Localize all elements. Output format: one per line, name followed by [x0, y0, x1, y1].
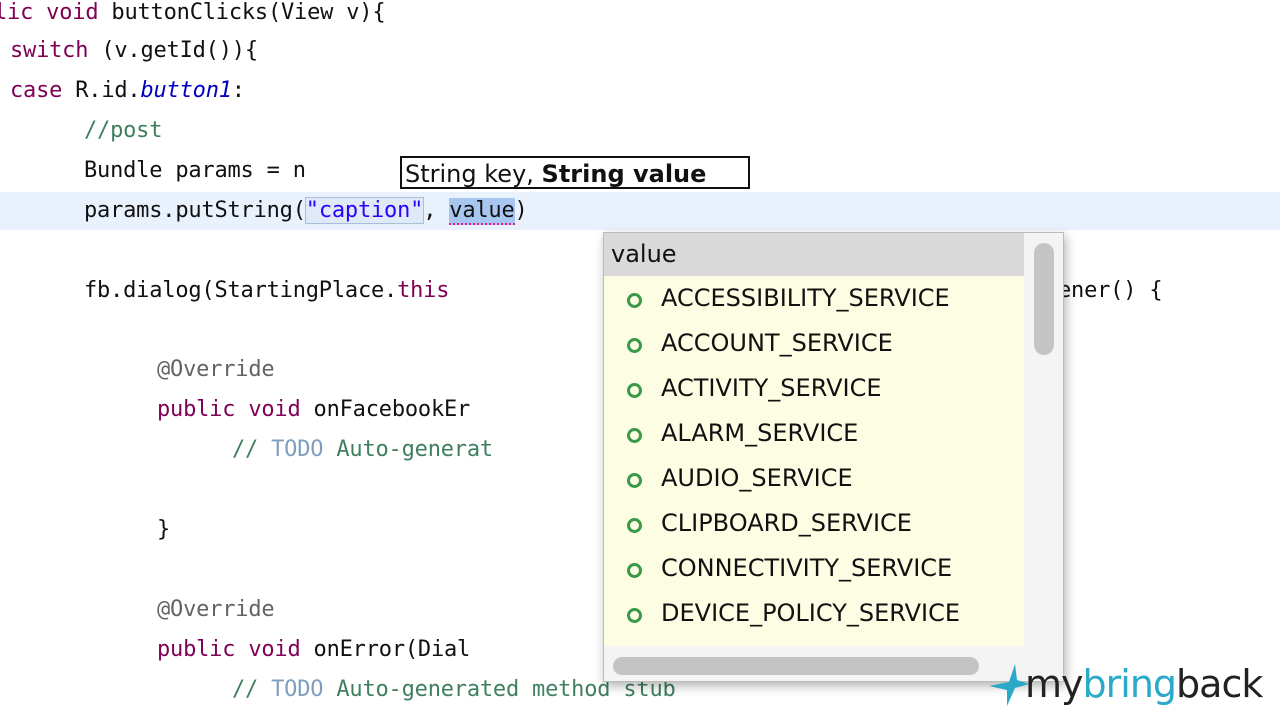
- code-line: @Override: [157, 357, 275, 382]
- autocomplete-item[interactable]: CONNECTIVITY_SERVICE: [604, 546, 1024, 591]
- field-icon: [627, 563, 642, 578]
- code-line: public void onFacebookEr: [157, 397, 471, 422]
- autocomplete-item[interactable]: ACTIVITY_SERVICE: [604, 366, 1024, 411]
- field-icon: [627, 473, 642, 488]
- code-line-fragment: ener() {: [1058, 278, 1163, 303]
- string-argument: "caption": [304, 197, 425, 224]
- code-line-current: params.putString("caption", value): [84, 197, 528, 225]
- autocomplete-item[interactable]: ACCOUNT_SERVICE: [604, 321, 1024, 366]
- autocomplete-item[interactable]: AUDIO_SERVICE: [604, 456, 1024, 501]
- code-line: case R.id.button1:: [10, 78, 245, 103]
- mybringback-watermark: mybringback: [985, 660, 1280, 710]
- code-line: @Override: [157, 597, 275, 622]
- selected-parameter[interactable]: value: [449, 198, 515, 225]
- code-line: // TODO Auto-generat: [232, 437, 493, 462]
- field-icon: [627, 428, 642, 443]
- autocomplete-list[interactable]: ACCESSIBILITY_SERVICE ACCOUNT_SERVICE AC…: [604, 276, 1024, 646]
- parameter-hint-tooltip: String key, String value: [400, 156, 750, 189]
- autocomplete-item[interactable]: ALARM_SERVICE: [604, 411, 1024, 456]
- field-icon: [627, 518, 642, 533]
- field-icon: [627, 338, 642, 353]
- code-line: Bundle params = n: [84, 158, 306, 183]
- field-icon: [627, 293, 642, 308]
- field-icon: [627, 383, 642, 398]
- code-line: switch (v.getId()){: [10, 38, 258, 63]
- code-line: public void onError(Dial: [157, 637, 471, 662]
- autocomplete-item[interactable]: ACCESSIBILITY_SERVICE: [604, 276, 1024, 321]
- autocomplete-header: value: [604, 233, 1024, 276]
- vertical-scrollbar[interactable]: [1034, 243, 1054, 355]
- code-line: }: [157, 517, 171, 542]
- horizontal-scrollbar[interactable]: [613, 657, 979, 675]
- autocomplete-popup[interactable]: value ACCESSIBILITY_SERVICE ACCOUNT_SERV…: [603, 232, 1064, 682]
- autocomplete-item[interactable]: CLIPBOARD_SERVICE: [604, 501, 1024, 546]
- code-line: //post: [84, 118, 163, 143]
- field-icon: [627, 608, 642, 623]
- autocomplete-item[interactable]: DEVICE_POLICY_SERVICE: [604, 591, 1024, 636]
- code-line: fb.dialog(StartingPlace.this: [84, 278, 450, 303]
- code-line: lic void buttonClicks(View v){: [0, 0, 386, 25]
